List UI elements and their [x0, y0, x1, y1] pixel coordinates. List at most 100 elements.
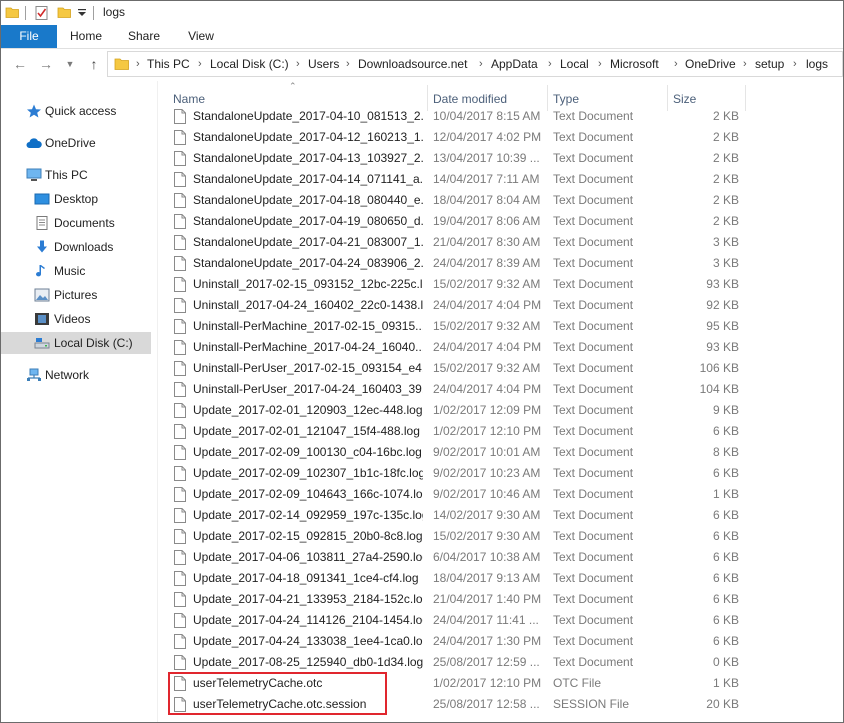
file-type: Text Document	[553, 151, 634, 165]
nav-item-desktop[interactable]: Desktop	[1, 188, 151, 210]
nav-label: Desktop	[54, 192, 99, 206]
nav-item-downloads[interactable]: Downloads	[1, 236, 151, 258]
nav-item-videos[interactable]: Videos	[1, 308, 151, 330]
breadcrumb-onedrive[interactable]: OneDrive	[685, 52, 736, 76]
file-row[interactable]: Uninstall-PerUser_2017-02-15_093154_e4..…	[167, 358, 747, 379]
breadcrumb-local[interactable]: Local	[560, 52, 589, 76]
file-row[interactable]: Update_2017-04-06_103811_27a4-2590.log 6/…	[167, 547, 747, 568]
file-row[interactable]: StandaloneUpdate_2017-04-19_080650_d... 1…	[167, 211, 747, 232]
file-size: 6 KB	[712, 592, 739, 606]
file-row[interactable]: Update_2017-02-15_092815_20b0-8c8.log 15/…	[167, 526, 747, 547]
file-size: 6 KB	[712, 571, 739, 585]
breadcrumb-local-disk[interactable]: Local Disk (C:)	[210, 52, 289, 76]
breadcrumb-logs[interactable]: logs	[806, 52, 828, 76]
text-file-icon	[174, 298, 186, 313]
nav-item-quick-access[interactable]: Quick access	[1, 100, 151, 122]
file-row[interactable]: Update_2017-04-24_114126_2104-1454.log 24…	[167, 610, 747, 631]
desktop-icon	[34, 193, 50, 205]
tab-home[interactable]: Home	[63, 25, 109, 48]
file-row[interactable]: Uninstall_2017-02-15_093152_12bc-225c.l.…	[167, 274, 747, 295]
nav-label: Documents	[54, 216, 115, 230]
file-date-modified: 24/04/2017 8:39 AM	[433, 256, 541, 270]
file-row[interactable]: Update_2017-04-18_091341_1ce4-cf4.log 18/…	[167, 568, 747, 589]
file-row[interactable]: StandaloneUpdate_2017-04-10_081513_2... 1…	[167, 106, 747, 127]
forward-arrow-icon[interactable]: →	[37, 55, 55, 73]
nav-item-this-pc[interactable]: This PC	[1, 164, 151, 186]
nav-item-documents[interactable]: Documents	[1, 212, 151, 234]
file-type: Text Document	[553, 634, 634, 648]
address-bar[interactable]: › This PC › Local Disk (C:) › Users › Do…	[107, 51, 843, 77]
back-arrow-icon[interactable]: ←	[11, 55, 29, 73]
breadcrumb-microsoft[interactable]: Microsoft	[610, 52, 659, 76]
file-row[interactable]: Uninstall_2017-04-24_160402_22c0-1438.l.…	[167, 295, 747, 316]
file-row[interactable]: Uninstall-PerMachine_2017-04-24_16040...…	[167, 337, 747, 358]
file-type: Text Document	[553, 529, 634, 543]
tab-file[interactable]: File	[1, 25, 57, 48]
file-name: Update_2017-02-01_121047_15f4-488.log	[193, 424, 420, 438]
recent-locations-chevron-icon[interactable]: ▼	[61, 55, 79, 73]
breadcrumb-appdata[interactable]: AppData	[491, 52, 538, 76]
file-type: Text Document	[553, 550, 634, 564]
tab-share[interactable]: Share	[121, 25, 167, 48]
file-row[interactable]: StandaloneUpdate_2017-04-24_083906_2... 2…	[167, 253, 747, 274]
file-name: StandaloneUpdate_2017-04-12_160213_1...	[193, 130, 423, 144]
nav-item-onedrive[interactable]: OneDrive	[1, 132, 151, 154]
nav-item-local-disk[interactable]: Local Disk (C:)	[1, 332, 151, 354]
customize-dropdown-icon[interactable]	[77, 8, 87, 18]
file-row[interactable]: StandaloneUpdate_2017-04-21_083007_1... 2…	[167, 232, 747, 253]
file-date-modified: 12/04/2017 4:02 PM	[433, 130, 542, 144]
file-row[interactable]: StandaloneUpdate_2017-04-18_080440_e... 1…	[167, 190, 747, 211]
file-row[interactable]: Update_2017-02-01_120903_12ec-448.log 1/0…	[167, 400, 747, 421]
file-row[interactable]: Uninstall-PerUser_2017-04-24_160403_39..…	[167, 379, 747, 400]
breadcrumb-downloadsource[interactable]: Downloadsource.net	[358, 52, 467, 76]
file-name: StandaloneUpdate_2017-04-13_103927_2...	[193, 151, 423, 165]
file-date-modified: 21/04/2017 8:30 AM	[433, 235, 541, 249]
file-type: Text Document	[553, 361, 634, 375]
nav-item-music[interactable]: Music	[1, 260, 151, 282]
file-row[interactable]: Update_2017-02-14_092959_197c-135c.log 14…	[167, 505, 747, 526]
file-row[interactable]: Uninstall-PerMachine_2017-02-15_09315...…	[167, 316, 747, 337]
text-file-icon	[174, 592, 186, 607]
file-size: 8 KB	[712, 445, 739, 459]
breadcrumb-setup[interactable]: setup	[755, 52, 784, 76]
star-icon	[27, 104, 41, 118]
file-row[interactable]: Update_2017-02-01_121047_15f4-488.log 1/0…	[167, 421, 747, 442]
file-type: Text Document	[553, 592, 634, 606]
file-name: Uninstall-PerMachine_2017-04-24_16040...	[193, 340, 423, 354]
file-date-modified: 19/04/2017 8:06 AM	[433, 214, 541, 228]
properties-icon[interactable]	[34, 5, 50, 21]
tab-view[interactable]: View	[179, 25, 223, 48]
file-name: StandaloneUpdate_2017-04-18_080440_e...	[193, 193, 423, 207]
file-date-modified: 15/02/2017 9:32 AM	[433, 361, 541, 375]
file-row[interactable]: StandaloneUpdate_2017-04-12_160213_1... 1…	[167, 127, 747, 148]
file-row[interactable]: Update_2017-02-09_102307_1b1c-18fc.log 9/…	[167, 463, 747, 484]
sort-ascending-icon: ⌃	[289, 81, 297, 91]
breadcrumb-users[interactable]: Users	[308, 52, 339, 76]
file-row[interactable]: StandaloneUpdate_2017-04-13_103927_2... 1…	[167, 148, 747, 169]
file-row[interactable]: Update_2017-02-09_104643_166c-1074.log 9/…	[167, 484, 747, 505]
file-size: 1 KB	[712, 676, 739, 690]
nav-item-network[interactable]: Network	[1, 364, 151, 386]
file-row[interactable]: Update_2017-02-09_100130_c04-16bc.log 9/0…	[167, 442, 747, 463]
file-name: StandaloneUpdate_2017-04-24_083906_2...	[193, 256, 423, 270]
file-type: Text Document	[553, 424, 634, 438]
file-row[interactable]: Update_2017-04-21_133953_2184-152c.log 21…	[167, 589, 747, 610]
text-file-icon	[174, 109, 186, 124]
breadcrumb-this-pc[interactable]: This PC	[147, 52, 190, 76]
text-file-icon	[174, 193, 186, 208]
file-row[interactable]: Update_2017-08-25_125940_db0-1d34.log 25/…	[167, 652, 747, 673]
file-row[interactable]: StandaloneUpdate_2017-04-14_071141_a... 1…	[167, 169, 747, 190]
file-type: SESSION File	[553, 697, 630, 711]
file-size: 6 KB	[712, 634, 739, 648]
file-name: Update_2017-02-09_102307_1b1c-18fc.log	[193, 466, 423, 480]
file-type: Text Document	[553, 466, 634, 480]
pane-splitter[interactable]	[157, 81, 158, 722]
nav-item-pictures[interactable]: Pictures	[1, 284, 151, 306]
nav-label: Network	[45, 368, 90, 382]
text-file-icon	[174, 214, 186, 229]
file-row[interactable]: Update_2017-04-24_133038_1ee4-1ca0.log 24…	[167, 631, 747, 652]
text-file-icon	[174, 277, 186, 292]
new-folder-icon[interactable]	[57, 5, 71, 19]
up-arrow-icon[interactable]: ↑	[85, 55, 103, 73]
folder-icon[interactable]	[5, 5, 19, 19]
